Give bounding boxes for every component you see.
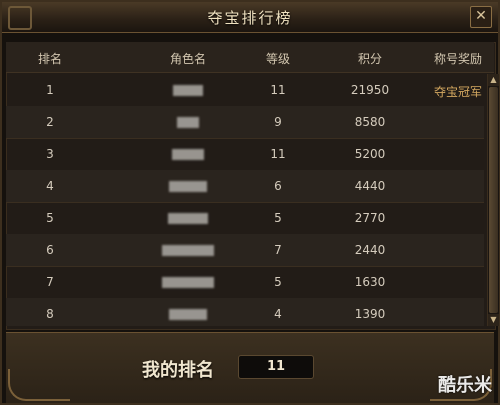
name-cell bbox=[118, 115, 258, 129]
rank-cell: 5 bbox=[46, 211, 54, 225]
blurred-name bbox=[162, 277, 214, 288]
header-name: 角色名 bbox=[169, 52, 206, 66]
blurred-name bbox=[169, 181, 207, 192]
name-cell bbox=[118, 179, 258, 193]
title-bar: 夺宝排行榜 ✕ bbox=[2, 2, 498, 33]
my-rank-value: 11 bbox=[238, 355, 314, 379]
rank-cell: 6 bbox=[46, 243, 54, 257]
scroll-up-icon: ▲ bbox=[490, 75, 497, 84]
name-cell bbox=[118, 147, 258, 161]
footer-ornament-icon bbox=[8, 369, 70, 401]
my-rank-label: 我的排名 bbox=[142, 360, 214, 381]
score-cell: 21950 bbox=[350, 83, 390, 97]
rank-cell: 2 bbox=[46, 115, 54, 129]
ranking-list[interactable]: 1 11 21950 夺宝冠军 2 9 8580 3 11 5200 4 6 4… bbox=[6, 74, 484, 326]
rank-cell: 8 bbox=[46, 307, 54, 321]
blurred-name bbox=[173, 85, 203, 96]
scrollbar[interactable]: ▲ ▼ bbox=[487, 74, 499, 326]
leaderboard-window: 夺宝排行榜 ✕ 排名 角色名 等级 积分 称号奖励 1 11 21950 夺宝冠… bbox=[0, 0, 500, 405]
score-cell: 5200 bbox=[354, 147, 386, 161]
blurred-name bbox=[172, 149, 204, 160]
table-row[interactable]: 7 5 1630 bbox=[6, 266, 484, 299]
name-cell bbox=[118, 307, 258, 321]
scroll-down-icon: ▼ bbox=[490, 315, 497, 324]
level-cell: 6 bbox=[274, 179, 282, 193]
name-cell bbox=[118, 211, 258, 225]
header-rank: 排名 bbox=[37, 52, 62, 66]
header-award: 称号奖励 bbox=[433, 52, 482, 66]
scroll-thumb[interactable] bbox=[489, 87, 498, 313]
level-cell: 4 bbox=[274, 307, 282, 321]
window-title: 夺宝排行榜 bbox=[207, 8, 293, 27]
close-button[interactable]: ✕ bbox=[470, 6, 492, 28]
rank-cell: 4 bbox=[46, 179, 54, 193]
scroll-up-button[interactable]: ▲ bbox=[488, 74, 499, 86]
score-cell: 1630 bbox=[354, 275, 386, 289]
level-cell: 5 bbox=[274, 211, 282, 225]
table-row[interactable]: 6 7 2440 bbox=[6, 234, 484, 267]
level-cell: 9 bbox=[274, 115, 282, 129]
level-cell: 5 bbox=[274, 275, 282, 289]
blurred-name bbox=[162, 245, 214, 256]
table-row[interactable]: 5 5 2770 bbox=[6, 202, 484, 235]
score-cell: 2440 bbox=[354, 243, 386, 257]
score-cell: 8580 bbox=[354, 115, 386, 129]
table-header: 排名 角色名 等级 积分 称号奖励 bbox=[6, 42, 494, 73]
level-cell: 11 bbox=[270, 147, 286, 161]
table-row[interactable]: 3 11 5200 bbox=[6, 138, 484, 171]
rank-cell: 1 bbox=[46, 83, 54, 97]
table-row[interactable]: 2 9 8580 bbox=[6, 106, 484, 139]
name-cell bbox=[118, 275, 258, 289]
award-cell: 夺宝冠军 bbox=[433, 85, 482, 99]
watermark: 酷乐米 bbox=[438, 375, 492, 396]
rank-cell: 7 bbox=[46, 275, 54, 289]
header-level: 等级 bbox=[265, 52, 290, 66]
blurred-name bbox=[177, 117, 199, 128]
score-cell: 4440 bbox=[354, 179, 386, 193]
table-row[interactable]: 1 11 21950 夺宝冠军 bbox=[6, 74, 484, 107]
footer-panel: 我的排名 11 bbox=[6, 332, 494, 403]
rank-cell: 3 bbox=[46, 147, 54, 161]
table-row[interactable]: 8 4 1390 bbox=[6, 298, 484, 326]
table-row[interactable]: 4 6 4440 bbox=[6, 170, 484, 203]
corner-ornament-icon bbox=[8, 6, 32, 30]
header-score: 积分 bbox=[357, 52, 382, 66]
score-cell: 2770 bbox=[354, 211, 386, 225]
level-cell: 11 bbox=[270, 83, 286, 97]
blurred-name bbox=[169, 309, 207, 320]
name-cell bbox=[118, 83, 258, 97]
name-cell bbox=[118, 243, 258, 257]
score-cell: 1390 bbox=[354, 307, 386, 321]
close-icon: ✕ bbox=[475, 8, 487, 24]
level-cell: 7 bbox=[274, 243, 282, 257]
blurred-name bbox=[168, 213, 208, 224]
scroll-down-button[interactable]: ▼ bbox=[488, 314, 499, 326]
